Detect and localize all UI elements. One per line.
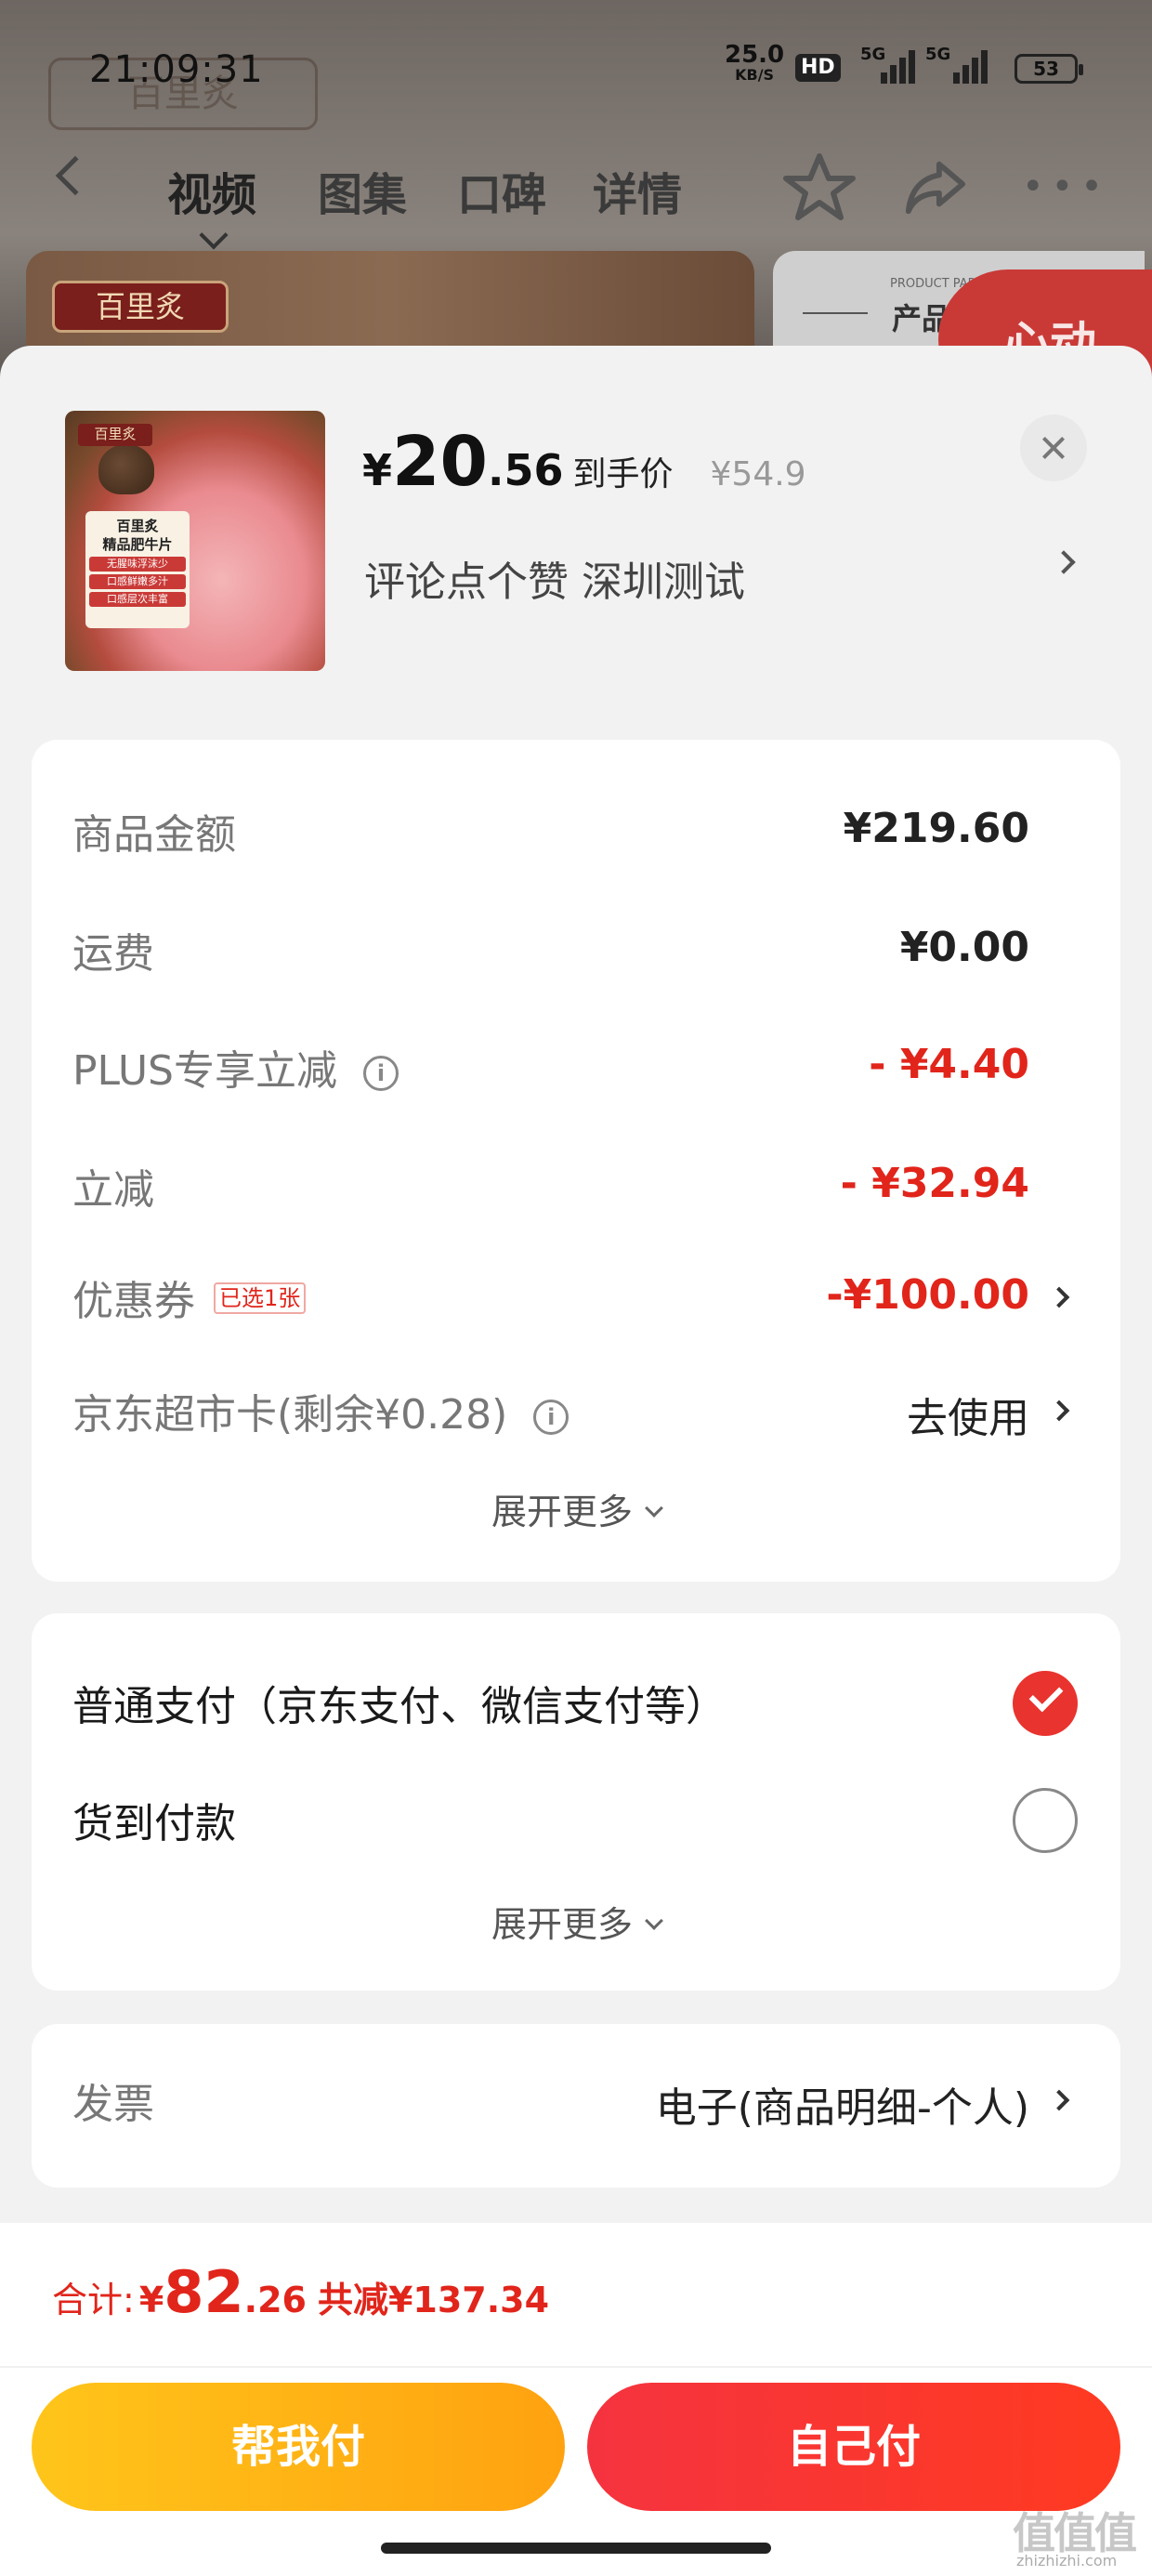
total-decimal: .26 <box>243 2280 307 2320</box>
product-image-logo: 百里炙 <box>78 424 152 446</box>
favorite-star-icon[interactable] <box>782 152 857 223</box>
total-currency: ¥ <box>138 2280 164 2320</box>
payment-option-cod[interactable]: 货到付款 <box>32 1777 1120 1860</box>
row-label: 优惠券 <box>72 1278 195 1325</box>
payment-option-normal[interactable]: 普通支付（京东支付、微信支付等） <box>32 1660 1120 1743</box>
row-value: ¥219.60 <box>843 805 1029 852</box>
package-tag: 无腥味浮沫少 <box>89 557 186 572</box>
summary-row-supermarket-card[interactable]: 京东超市卡(剩余¥0.28) i 去使用 <box>32 1375 1120 1459</box>
product-subtitle[interactable]: 评论点个赞 深圳测试 <box>364 548 745 608</box>
product-image: 百里炙 百里炙 精品肥牛片 无腥味浮沫少 口感鲜嫩多汁 口感层次丰富 <box>65 411 325 671</box>
row-value: ¥0.00 <box>899 924 1029 971</box>
tab-gallery[interactable]: 图集 <box>318 158 407 223</box>
expand-more-button[interactable]: 展开更多 <box>32 1896 1120 1947</box>
invoice-card[interactable]: 发票 电子(商品明细-个人) <box>32 2024 1120 2188</box>
price-integer: 20 <box>392 422 488 502</box>
signal-icon: 5G <box>860 45 915 84</box>
row-label-wrap: PLUS专享立减 i <box>72 1037 399 1097</box>
summary-row-goods: 商品金额 ¥219.60 <box>32 795 1120 879</box>
invoice-label: 发票 <box>72 2081 154 2128</box>
hd-icon: HD <box>795 54 841 82</box>
summary-row-instant-discount: 立减 - ¥32.94 <box>32 1150 1120 1234</box>
summary-row-shipping: 运费 ¥0.00 <box>32 914 1120 998</box>
signal-icon: 5G <box>925 45 994 84</box>
row-value: - ¥32.94 <box>840 1160 1029 1207</box>
payment-method-card: 普通支付（京东支付、微信支付等） 货到付款 展开更多 <box>32 1613 1120 1991</box>
total-integer: 82 <box>164 2258 244 2326</box>
battery-icon: 53 <box>1015 54 1083 84</box>
price-label: 到手价 <box>572 455 674 493</box>
expand-more-label: 展开更多 <box>491 1904 633 1945</box>
network-speed-value: 25.0 <box>725 41 785 69</box>
total-amount: ¥82.26 <box>138 2258 307 2326</box>
home-indicator[interactable] <box>381 2543 771 2554</box>
total-discount: 共减¥137.34 <box>317 2280 550 2320</box>
background-card-logo: 百里炙 <box>52 281 229 333</box>
info-icon[interactable]: i <box>363 1056 399 1091</box>
network-speed: 25.0 KB/S <box>725 41 785 85</box>
product-package: 百里炙 精品肥牛片 无腥味浮沫少 口感鲜嫩多汁 口感层次丰富 <box>85 511 190 628</box>
share-icon[interactable] <box>903 156 968 216</box>
expand-more-button[interactable]: 展开更多 <box>32 1483 1120 1534</box>
signal-label: 5G <box>860 45 886 64</box>
row-label: 运费 <box>72 930 154 978</box>
summary-row-plus-discount: PLUS专享立减 i - ¥4.40 <box>32 1032 1120 1115</box>
tab-reviews[interactable]: 口碑 <box>457 158 546 223</box>
payment-option-label: 普通支付（京东支付、微信支付等） <box>72 1683 727 1730</box>
friend-pay-button[interactable]: 帮我付 <box>32 2383 565 2511</box>
check-circle-icon[interactable] <box>1013 1671 1078 1736</box>
mushroom-graphic <box>98 444 154 494</box>
row-label: 立减 <box>72 1166 154 1214</box>
more-icon[interactable]: ••• <box>1022 168 1110 205</box>
coupon-count-badge: 已选1张 <box>214 1282 307 1314</box>
price-currency: ¥ <box>362 445 393 495</box>
final-price: ¥20.56 <box>362 422 564 502</box>
footer-divider <box>0 2366 1152 2368</box>
tab-detail[interactable]: 详情 <box>593 158 682 223</box>
watermark-domain: zhizhizhi.com <box>1016 2552 1118 2569</box>
status-time: 21:09:31 <box>89 48 264 91</box>
chevron-right-icon <box>1048 1286 1070 1308</box>
summary-row-coupon[interactable]: 优惠券 已选1张 -¥100.00 <box>32 1262 1120 1346</box>
row-value: 去使用 <box>907 1395 1029 1442</box>
row-label: PLUS专享立减 <box>72 1047 337 1095</box>
package-name: 精品肥牛片 <box>102 536 173 553</box>
tab-video[interactable]: 视频 <box>167 158 256 223</box>
row-label: 京东超市卡(剩余¥0.28) <box>72 1391 508 1439</box>
original-price: ¥54.9 <box>710 455 806 493</box>
chevron-right-icon <box>1048 2089 1070 2111</box>
chevron-right-icon <box>1048 1400 1070 1422</box>
invoice-value: 电子(商品明细-个人) <box>655 2084 1029 2132</box>
payment-option-label: 货到付款 <box>72 1800 236 1847</box>
row-label-wrap: 优惠券 已选1张 <box>72 1268 307 1327</box>
self-pay-button[interactable]: 自己付 <box>587 2383 1120 2511</box>
package-tag: 口感鲜嫩多汁 <box>89 574 186 589</box>
package-tag: 口感层次丰富 <box>89 592 186 607</box>
close-button[interactable] <box>1020 414 1087 481</box>
background-divider <box>803 312 868 314</box>
expand-more-label: 展开更多 <box>491 1492 633 1532</box>
total-line: 合计: ¥82.26 共减¥137.34 <box>52 2258 549 2326</box>
chevron-down-icon <box>645 1912 663 1930</box>
signal-label: 5G <box>925 45 951 64</box>
row-value: -¥100.00 <box>826 1271 1029 1319</box>
info-icon[interactable]: i <box>533 1400 569 1435</box>
price-summary-card: 商品金额 ¥219.60 运费 ¥0.00 PLUS专享立减 i - ¥4.40 … <box>32 740 1120 1582</box>
row-label-wrap: 京东超市卡(剩余¥0.28) i <box>72 1381 569 1440</box>
invoice-row[interactable]: 发票 电子(商品明细-个人) <box>32 2065 1120 2149</box>
price-decimal: .56 <box>488 445 564 495</box>
total-label: 合计: <box>52 2280 135 2320</box>
row-label: 商品金额 <box>72 811 236 859</box>
row-value: - ¥4.40 <box>869 1041 1029 1088</box>
status-bar: 百里炙 21:09:31 25.0 KB/S HD 5G 5G 53 <box>0 0 1152 139</box>
package-brand: 百里炙 <box>116 518 159 534</box>
price-row: ¥20.56 到手价 ¥54.9 <box>362 422 806 502</box>
radio-unchecked-icon[interactable] <box>1013 1788 1078 1853</box>
chevron-down-icon <box>645 1499 663 1518</box>
